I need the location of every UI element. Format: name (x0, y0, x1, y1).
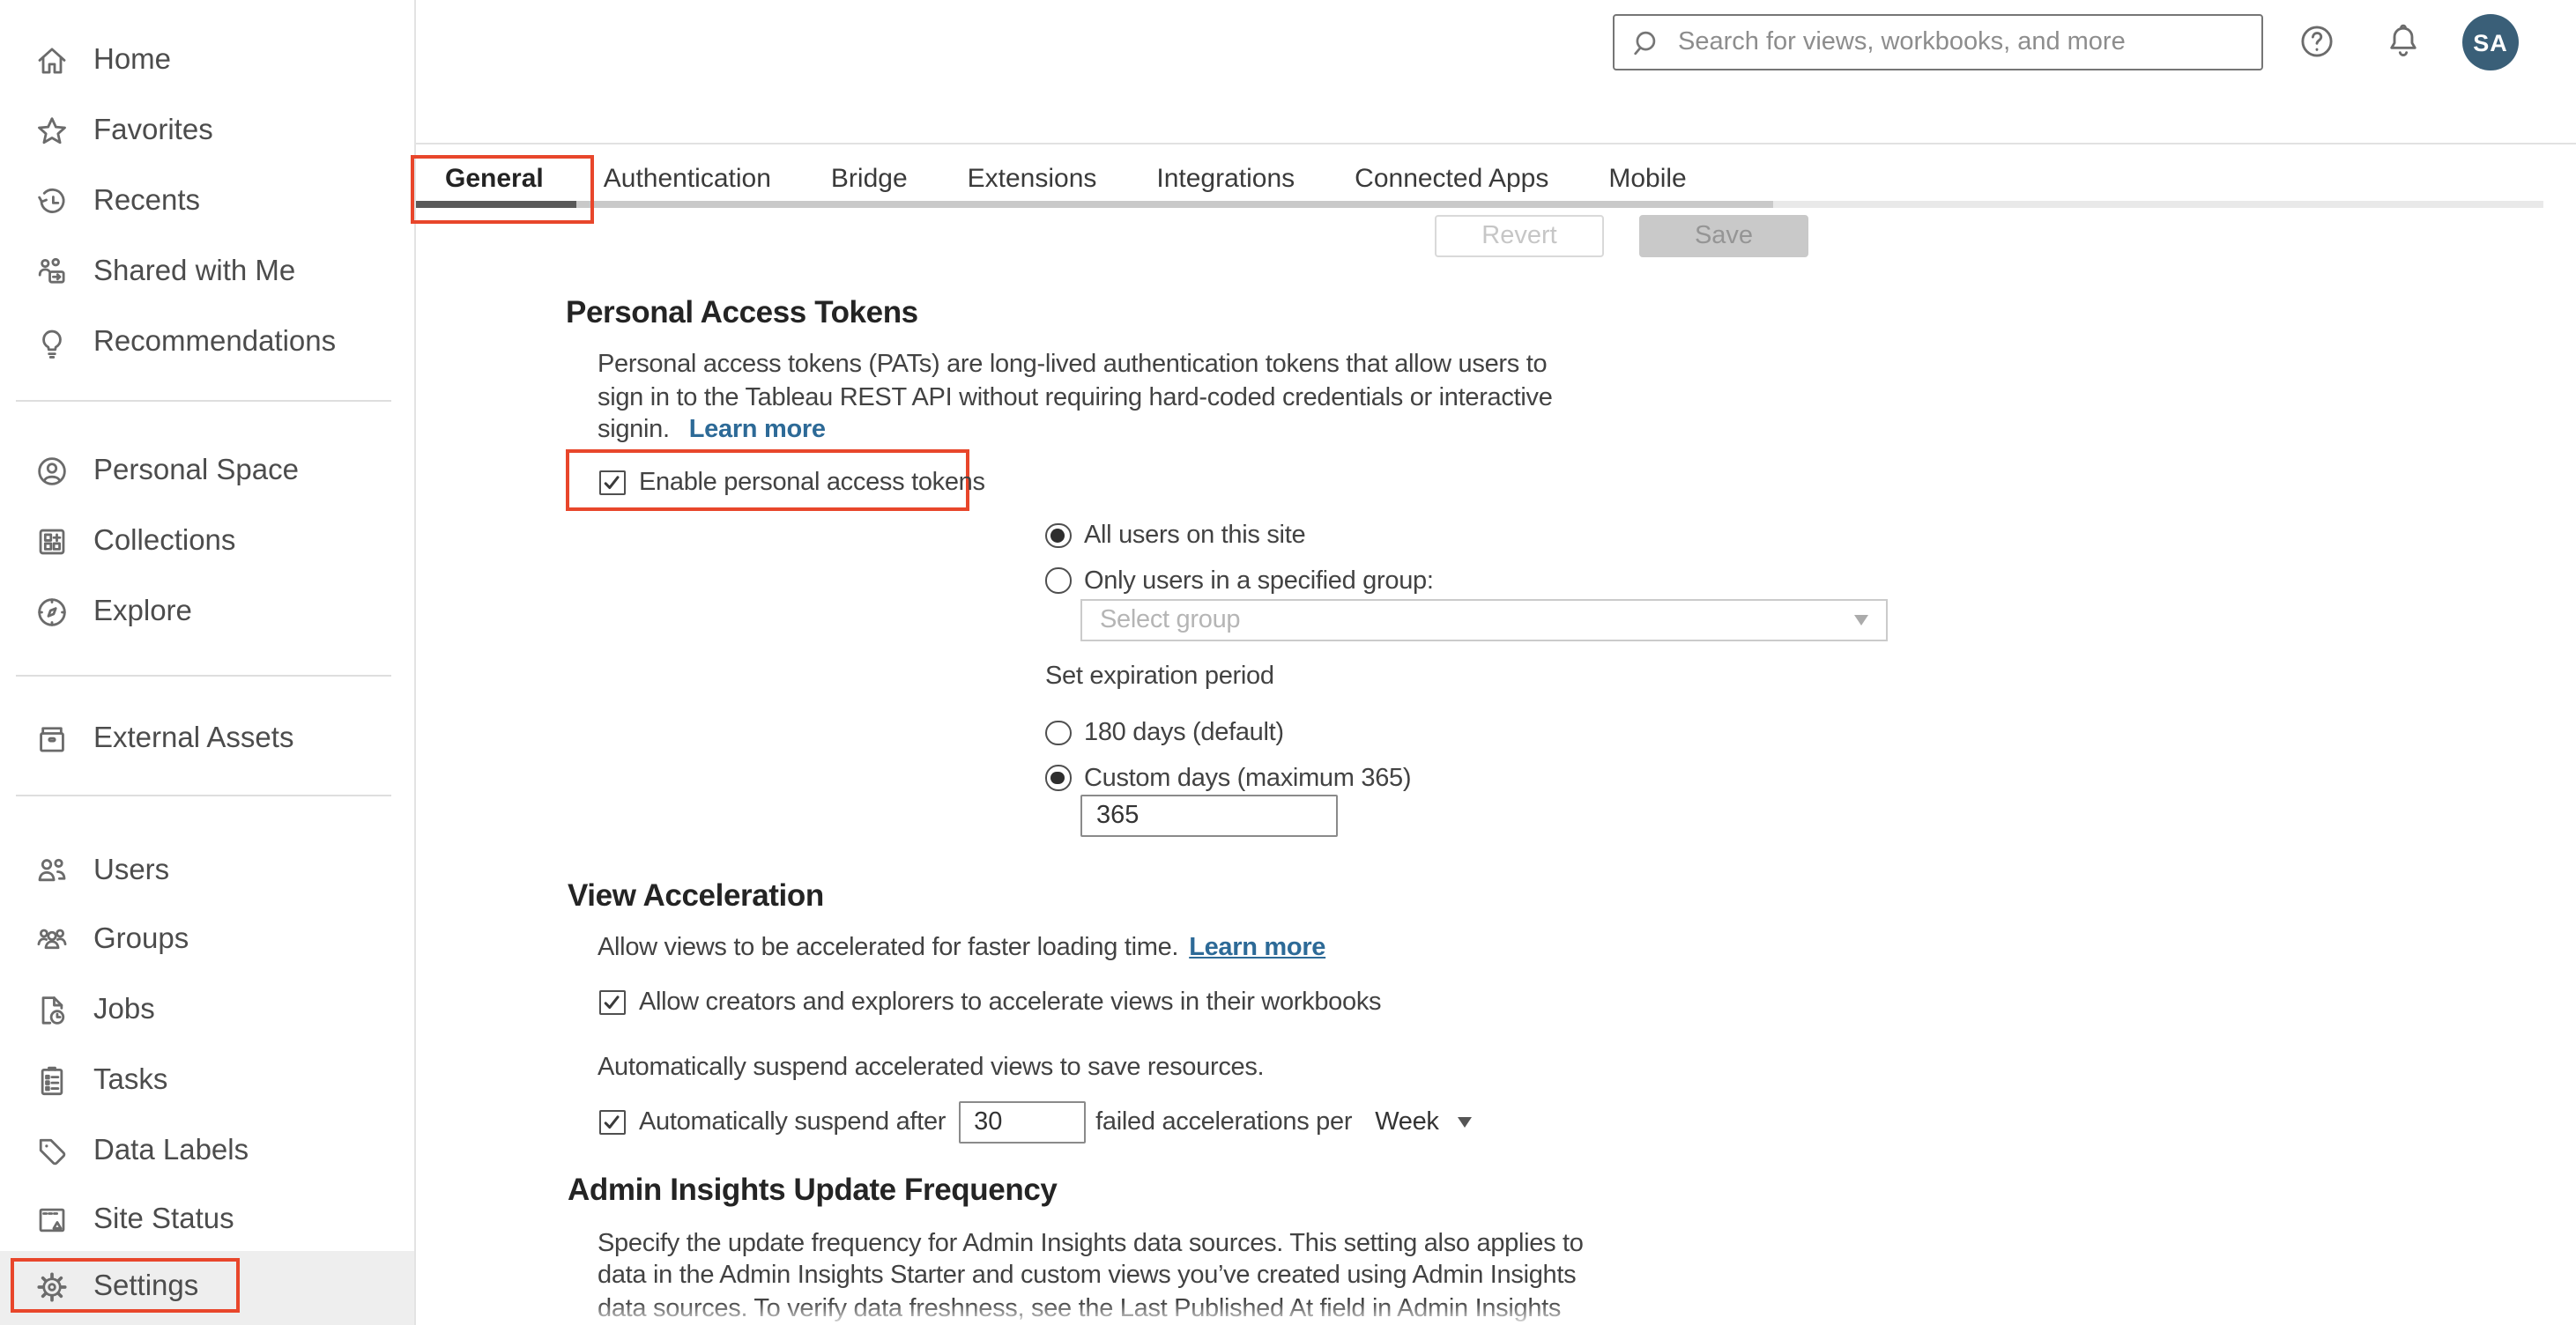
tag-icon (33, 1132, 71, 1169)
archive-icon (33, 722, 71, 759)
shared-with-me-icon (33, 253, 71, 290)
person-circle-icon (33, 453, 71, 490)
period-value: Week (1375, 1108, 1439, 1136)
enable-pat-row: Enable personal access tokens (599, 469, 985, 497)
sidebar-item-label: Recents (93, 184, 201, 216)
sidebar-item-tasks[interactable]: Tasks (0, 1046, 412, 1115)
caret-down-icon (1458, 1117, 1473, 1128)
sidebar-item-explore[interactable]: Explore (0, 577, 412, 648)
section-heading-admin-insights: Admin Insights Update Frequency (568, 1172, 1058, 1207)
sidebar-item-label: Groups (93, 923, 189, 956)
sidebar-item-label: Site Status (93, 1203, 234, 1236)
sidebar-item-jobs[interactable]: Jobs (0, 976, 412, 1046)
custom-days-input[interactable] (1080, 795, 1338, 837)
sidebar-item-site-status[interactable]: Site Status (0, 1186, 412, 1255)
auto-suspend-row: Automatically suspend after failed accel… (599, 1101, 1473, 1144)
sidebar-item-label: Users (93, 854, 170, 886)
sidebar-nav: Home Favorites Recents Shared with Me Re… (0, 25, 412, 1255)
caret-down-icon (1854, 614, 1868, 625)
collections-icon (33, 523, 71, 560)
sidebar-item-groups[interactable]: Groups (0, 906, 412, 975)
home-icon (33, 41, 71, 78)
sidebar-item-label: Personal Space (93, 454, 299, 486)
groups-icon (33, 922, 71, 959)
sidebar-item-label: Explore (93, 595, 192, 627)
sidebar-item-recents[interactable]: Recents (0, 166, 412, 236)
section-heading-view-acceleration: View Acceleration (568, 877, 824, 913)
custom-days-label: Custom days (maximum 365) (1084, 764, 1412, 792)
sidebar-item-home[interactable]: Home (0, 25, 412, 95)
expiration-label: Set expiration period (1045, 662, 1274, 691)
tasks-icon (33, 1062, 71, 1099)
enable-pat-label: Enable personal access tokens (639, 469, 985, 497)
select-group-placeholder: Select group (1100, 605, 1241, 634)
jobs-icon (33, 992, 71, 1029)
view-acceleration-learn-more-link[interactable]: Learn more (1189, 934, 1325, 962)
specified-group-radio[interactable] (1045, 567, 1071, 594)
section-heading-pat: Personal Access Tokens (566, 294, 918, 329)
sidebar-item-label: Home (93, 43, 172, 75)
sidebar-item-external-assets[interactable]: External Assets (0, 705, 412, 775)
sidebar-item-label: Jobs (93, 994, 155, 1026)
all-users-radio[interactable] (1045, 522, 1071, 549)
gear-icon (33, 1269, 71, 1306)
sidebar-item-label: Recommendations (93, 325, 337, 357)
sidebar-item-recommendations[interactable]: Recommendations (0, 307, 412, 377)
all-users-row: All users on this site (1045, 522, 1306, 550)
sidebar-item-shared-with-me[interactable]: Shared with Me (0, 236, 412, 307)
pat-learn-more-link[interactable]: Learn more (689, 414, 826, 447)
sidebar-item-users[interactable]: Users (0, 836, 412, 906)
allow-acceleration-label: Allow creators and explorers to accelera… (639, 988, 1382, 1017)
auto-suspend-checkbox[interactable] (599, 1109, 625, 1136)
view-acceleration-description: Allow views to be accelerated for faster… (598, 934, 1326, 962)
auto-suspend-prefix-label: Automatically suspend after (639, 1108, 947, 1136)
suspend-description: Automatically suspend accelerated views … (598, 1054, 1265, 1082)
sidebar-item-label: Shared with Me (93, 255, 296, 286)
specified-group-row: Only users in a specified group: (1045, 566, 1434, 595)
main-area: SA General Authentication Bridge Extensi… (410, 0, 2576, 1324)
users-icon (33, 853, 71, 890)
sidebar-item-personal-space[interactable]: Personal Space (0, 436, 412, 507)
compass-icon (33, 594, 71, 631)
custom-days-radio[interactable] (1045, 765, 1071, 791)
star-icon (33, 112, 71, 149)
lightbulb-icon (33, 323, 71, 360)
select-group-dropdown[interactable]: Select group (1080, 599, 1888, 640)
period-dropdown[interactable]: Week (1375, 1108, 1473, 1136)
admin-insights-description: Specify the update frequency for Admin I… (598, 1230, 1584, 1323)
custom-days-row: Custom days (maximum 365) (1045, 764, 1412, 792)
allow-acceleration-checkbox[interactable] (599, 989, 625, 1016)
sidebar-item-label: Data Labels (93, 1134, 249, 1166)
default-days-label: 180 days (default) (1084, 719, 1284, 747)
sidebar-item-label: Favorites (93, 114, 213, 145)
enable-pat-checkbox[interactable] (599, 470, 625, 496)
pat-description: Personal access tokens (PATs) are long-l… (598, 349, 1553, 448)
sidebar-item-settings[interactable]: Settings (0, 1251, 413, 1324)
recents-icon (33, 182, 71, 219)
sidebar: Home Favorites Recents Shared with Me Re… (0, 0, 415, 1324)
sidebar-item-data-labels[interactable]: Data Labels (0, 1115, 412, 1185)
allow-acceleration-row: Allow creators and explorers to accelera… (599, 988, 1382, 1017)
sidebar-item-label: Settings (93, 1270, 199, 1303)
sidebar-item-label: External Assets (93, 722, 294, 755)
auto-suspend-suffix-label: failed accelerations per (1095, 1108, 1353, 1136)
app-window: Home Favorites Recents Shared with Me Re… (0, 0, 2576, 1324)
site-status-icon (33, 1202, 71, 1239)
specified-group-label: Only users in a specified group: (1084, 566, 1434, 595)
sidebar-item-label: Tasks (93, 1063, 168, 1096)
sidebar-item-label: Collections (93, 524, 236, 557)
failed-accelerations-input[interactable] (958, 1101, 1086, 1144)
all-users-label: All users on this site (1084, 522, 1306, 550)
settings-content: Personal Access Tokens Personal access t… (416, 0, 2576, 1324)
default-days-row: 180 days (default) (1045, 719, 1284, 747)
default-days-radio[interactable] (1045, 720, 1071, 746)
sidebar-item-collections[interactable]: Collections (0, 507, 412, 577)
sidebar-item-favorites[interactable]: Favorites (0, 95, 412, 166)
